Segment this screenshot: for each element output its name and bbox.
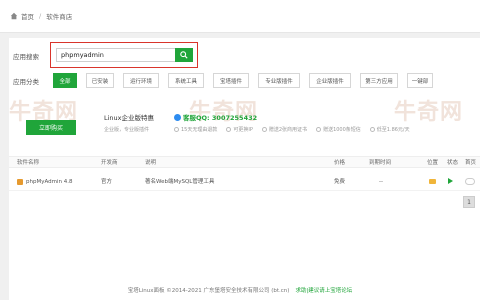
col-expire: 到期时间 [369, 160, 392, 166]
col-homepage: 首页 [465, 160, 477, 166]
promo-features: 15天无理由退款 可更换IP 赠送2张商用证书 赠送1000条短信 低至1.86… [174, 126, 410, 133]
category-all[interactable]: 全部 [53, 73, 77, 88]
col-description: 说明 [145, 160, 157, 166]
homepage-toggle[interactable] [465, 178, 475, 185]
feature-item: 低至1.86元/天 [369, 126, 410, 133]
category-enterprise-plugins[interactable]: 企业版插件 [309, 73, 351, 88]
breadcrumb-separator: / [39, 12, 42, 20]
qq-number: 客服QQ: 3007255432 [183, 114, 258, 122]
play-icon[interactable] [448, 178, 453, 184]
col-location: 位置 [427, 160, 439, 166]
watermark-logo: 牛奇网 [394, 100, 464, 125]
category-system-tools[interactable]: 系统工具 [168, 73, 204, 88]
enterprise-promo-banner: 牛奇网 牛奇网 牛奇网 立即购买 Linux企业版特惠 企业版，专业版插件 客服… [9, 98, 480, 148]
footer-copyright: 宝塔Linux面板 ©2014-2021 广东堡塔安全技术有限公司 (bt.cn… [127, 288, 290, 294]
table-row[interactable]: phpMyAdmin 4.8 官方 著名Web端MySQL管理工具 免费 -- [9, 173, 480, 191]
category-runtime[interactable]: 运行环境 [123, 73, 159, 88]
breadcrumb-current: 软件商店 [46, 13, 73, 21]
breadcrumb: 首页 / 软件商店 [10, 11, 72, 21]
buy-now-button[interactable]: 立即购买 [26, 120, 76, 135]
breadcrumb-home[interactable]: 首页 [21, 11, 34, 21]
promo-title: Linux企业版特惠 [104, 114, 155, 122]
feature-item: 15天无理由退款 [174, 126, 217, 133]
page-number[interactable]: 1 [463, 196, 475, 208]
check-icon [369, 127, 375, 132]
check-icon [174, 127, 179, 132]
qq-contact[interactable]: 客服QQ: 3007255432 [174, 112, 257, 122]
category-bt-plugins[interactable]: 宝塔插件 [213, 73, 249, 88]
check-icon [261, 127, 267, 132]
check-icon [316, 127, 322, 132]
software-store-panel: 应用搜索 应用分类 全部 已安装 运行环境 系统工具 宝塔插件 专业版插件 企业… [9, 38, 480, 300]
col-status: 状态 [447, 160, 459, 166]
phpmyadmin-icon [17, 178, 23, 185]
table-header: 软件名称 开发商 说明 价格 到期时间 位置 状态 首页 [9, 156, 480, 168]
category-pro-plugins[interactable]: 专业版插件 [258, 73, 300, 88]
feature-item: 赠送1000条短信 [316, 126, 361, 133]
app-name-cell: phpMyAdmin 4.8 [17, 173, 73, 191]
footer-forum-link[interactable]: 求助|建议请上宝塔论坛 [295, 286, 352, 294]
category-one-click-deploy[interactable]: 一键部 [407, 73, 433, 88]
check-icon [226, 127, 232, 132]
col-developer: 开发商 [101, 160, 118, 166]
category-label: 应用分类 [13, 78, 39, 86]
feature-item: 可更换IP [226, 126, 253, 133]
col-price: 价格 [334, 160, 346, 166]
search-input[interactable] [56, 48, 176, 62]
folder-icon[interactable] [429, 179, 436, 184]
qq-icon [174, 113, 181, 121]
description-cell: 著名Web端MySQL管理工具 [145, 179, 215, 185]
category-third-party[interactable]: 第三方应用 [360, 73, 398, 88]
top-bar: 首页 / 软件商店 [0, 0, 480, 33]
feature-item: 赠送2张商用证书 [261, 126, 307, 133]
col-name: 软件名称 [17, 160, 40, 166]
category-installed[interactable]: 已安装 [86, 73, 114, 88]
footer: 宝塔Linux面板 ©2014-2021 广东堡塔安全技术有限公司 (bt.cn… [0, 280, 480, 300]
expire-cell: -- [379, 179, 383, 185]
developer-cell: 官方 [101, 179, 113, 185]
home-icon[interactable] [10, 12, 18, 20]
search-icon [180, 51, 188, 59]
category-tabs: 全部 已安装 运行环境 系统工具 宝塔插件 专业版插件 企业版插件 第三方应用 … [53, 73, 433, 88]
promo-subtitle: 企业版，专业版插件 [104, 127, 150, 133]
price-cell: 免费 [334, 179, 346, 185]
search-button[interactable] [175, 48, 193, 62]
